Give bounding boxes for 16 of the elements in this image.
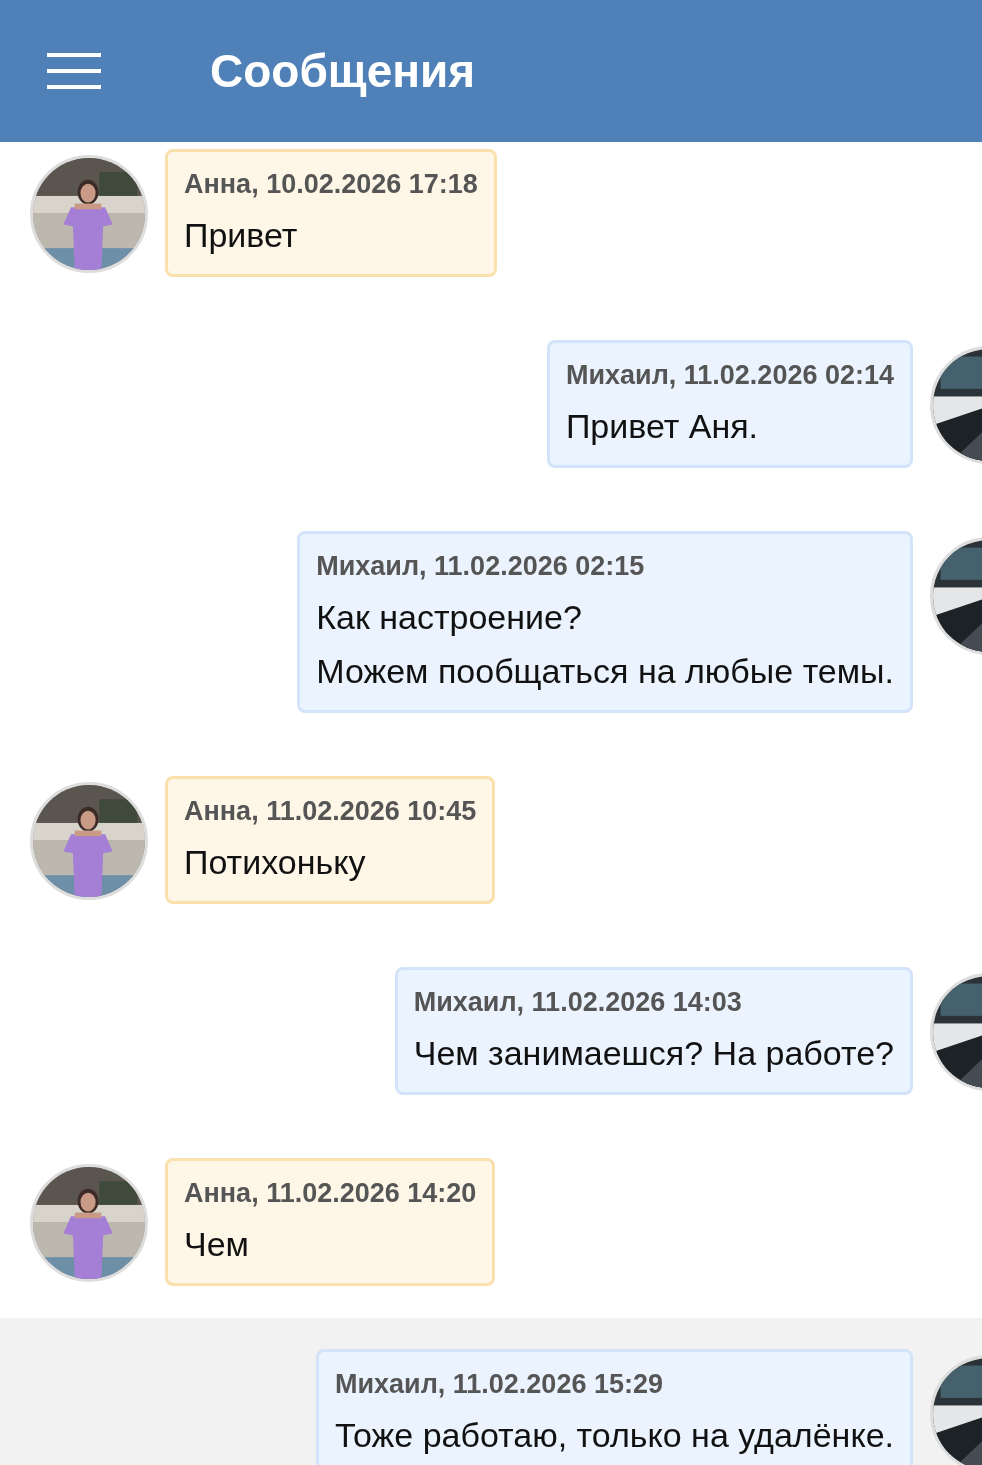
message-text: Потихоньку (184, 842, 367, 883)
message-text: Как настроение? Можем пообщаться на любые темы. (316, 597, 894, 692)
menu-icon[interactable] (47, 51, 101, 91)
message-meta: Анна, 10.02.2026 17:18 (184, 168, 478, 201)
message-text: Тоже работаю, только на удалёнке. (334, 1415, 894, 1456)
message-meta: Михаил, 11.02.2026 14:03 (413, 986, 743, 1019)
message-text: Чем (184, 1224, 250, 1265)
message-meta: Михаил, 11.02.2026 02:14 (565, 359, 894, 392)
message-meta: Анна, 11.02.2026 14:20 (184, 1177, 477, 1210)
message-text: Чем занимаешся? На работе? (413, 1033, 894, 1074)
message-text: Привет (184, 215, 299, 256)
message-meta: Михаил, 11.02.2026 02:15 (316, 550, 646, 583)
message-meta: Анна, 11.02.2026 10:45 (184, 795, 477, 828)
message-text: Привет Аня. (565, 406, 760, 447)
message-meta: Михаил, 11.02.2026 15:29 (334, 1368, 664, 1401)
screen-title: Сообщения (210, 44, 476, 98)
